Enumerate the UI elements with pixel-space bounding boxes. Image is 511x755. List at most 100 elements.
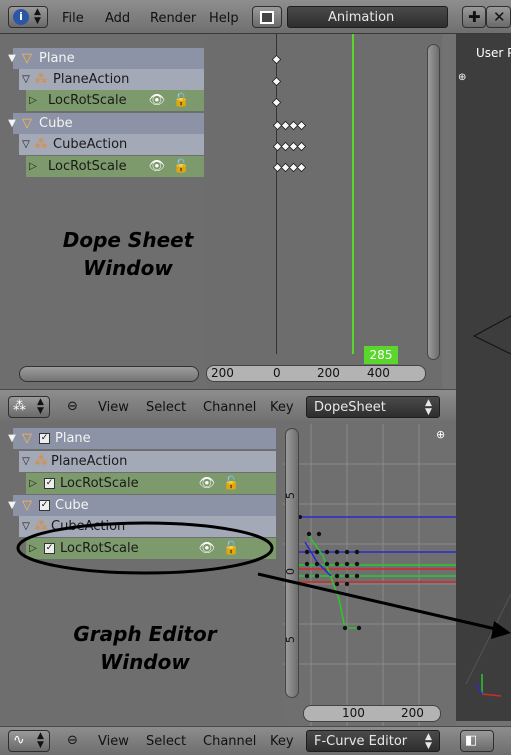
editor-type-button[interactable]: ∿ ▲ ▼ <box>8 730 50 752</box>
keyframe-diamond[interactable] <box>296 141 307 152</box>
menu-channel[interactable]: Channel <box>203 400 256 415</box>
updown-arrows-icon: ▲ ▼ <box>37 397 44 416</box>
ruler-tick-label: 400 <box>367 366 390 380</box>
dopesheet-frame-ruler: 200 0 200 400 <box>206 365 426 382</box>
menu-select[interactable]: Select <box>146 734 186 749</box>
fcurve-graph <box>283 424 456 726</box>
annotation-line: Graph Editor <box>73 622 217 646</box>
expand-triangle-icon[interactable]: ▷ <box>26 543 40 554</box>
ruler-tick-label: 0 <box>273 366 281 380</box>
updown-arrows-icon: ▲ ▼ <box>34 7 41 26</box>
current-frame-line <box>352 34 354 354</box>
channel-label: LocRotScale <box>60 541 139 556</box>
expand-triangle-icon[interactable]: ▷ <box>26 478 40 489</box>
channel-row-plane[interactable]: ▼ ▽ Plane <box>8 48 204 69</box>
channel-row-cube[interactable]: ▼ ▽ Cube <box>8 113 204 134</box>
expand-triangle-icon[interactable]: ▼ <box>5 433 19 444</box>
menu-help[interactable]: Help <box>209 11 239 26</box>
graph-channel-row-plane[interactable]: ▼ ▽ ✓ Plane <box>8 428 276 449</box>
eye-icon[interactable]: 👁 <box>149 93 166 108</box>
viewport-wireframe <box>465 315 511 697</box>
screen-layout-button[interactable] <box>252 6 282 28</box>
lock-icon[interactable]: 🔓 <box>173 93 189 108</box>
keyframe-diamond[interactable] <box>271 97 282 108</box>
close-scene-button[interactable]: ✕ <box>486 6 511 28</box>
channel-label: Plane <box>55 431 91 446</box>
graph-channel-row-cube[interactable]: ▼ ▽ ✓ Cube <box>8 495 276 516</box>
action-icon: ⁂ <box>34 72 48 87</box>
dopesheet-mode-dropdown[interactable]: DopeSheet ▲ ▼ <box>306 396 440 418</box>
graph-mode-dropdown[interactable]: F-Curve Editor ▲ ▼ <box>306 730 440 752</box>
expand-triangle-icon[interactable]: ▽ <box>19 521 33 532</box>
keyframe-diamond[interactable] <box>296 162 307 173</box>
top-menu-bar: i ▲ ▼ File Add Render Help Animation ✚ ✕ <box>0 0 511 34</box>
graph-channel-row-planeaction[interactable]: ▽ ⁂ PlaneAction <box>19 451 276 472</box>
expand-triangle-icon[interactable]: ▼ <box>5 118 19 129</box>
eye-icon[interactable]: 👁 <box>149 159 166 174</box>
expand-triangle-icon[interactable]: ▼ <box>5 500 19 511</box>
screen-layout-field[interactable]: Animation <box>287 6 448 28</box>
graph-channel-row-locrotscale[interactable]: ▷ ✓ LocRotScale 👁 🔓 <box>26 473 276 494</box>
channel-label: LocRotScale <box>48 159 127 174</box>
graph-channel-row-locrotscale[interactable]: ▷ ✓ LocRotScale 👁 🔓 <box>26 538 276 559</box>
channel-label: LocRotScale <box>48 93 127 108</box>
menu-key[interactable]: Key <box>270 734 294 749</box>
action-icon: ⁂ <box>34 137 48 152</box>
annotation-line: Dope Sheet <box>62 228 194 252</box>
menu-select[interactable]: Select <box>146 400 186 415</box>
keyframe-diamond[interactable] <box>271 54 282 65</box>
eye-icon[interactable]: 👁 <box>199 541 216 556</box>
visibility-checkbox[interactable]: ✓ <box>39 500 50 511</box>
channel-row-cubeaction[interactable]: ▽ ⁂ CubeAction <box>19 134 204 155</box>
visibility-checkbox[interactable]: ✓ <box>39 433 50 444</box>
graph-channel-row-cubeaction[interactable]: ▽ ⁂ CubeAction <box>19 516 276 537</box>
plus-icon: ✚ <box>468 8 481 26</box>
dopesheet-mode-label: DopeSheet <box>314 400 386 415</box>
eye-icon[interactable]: 👁 <box>199 476 216 491</box>
menu-file[interactable]: File <box>62 11 84 26</box>
expand-triangle-icon[interactable]: ▽ <box>19 456 33 467</box>
graph-y-tick: 5 <box>284 492 297 499</box>
editor-type-button[interactable]: ⁂ ▲ ▼ <box>8 396 50 418</box>
channel-row-planeaction[interactable]: ▽ ⁂ PlaneAction <box>19 69 204 90</box>
dopesheet-list-scrollbar[interactable] <box>19 366 199 382</box>
visibility-checkbox[interactable]: ✓ <box>44 543 55 554</box>
collapse-menu-icon[interactable]: ⊖ <box>67 733 78 748</box>
channel-row-locrotscale[interactable]: ▷ LocRotScale 👁 🔓 <box>26 90 204 111</box>
menu-add[interactable]: Add <box>105 11 130 26</box>
graph-frame-ruler[interactable]: 100 200 <box>303 705 441 722</box>
layout-grid-icon <box>260 11 274 24</box>
menu-view[interactable]: View <box>98 400 129 415</box>
info-editor-type-button[interactable]: i ▲ ▼ <box>8 6 48 28</box>
expand-triangle-icon[interactable]: ▷ <box>26 95 40 106</box>
keyframe-diamond[interactable] <box>296 120 307 131</box>
menu-view[interactable]: View <box>98 734 129 749</box>
expand-triangle-icon[interactable]: ▷ <box>26 161 40 172</box>
current-frame-badge: 285 <box>364 346 398 364</box>
viewport-header: ◧ <box>456 726 511 755</box>
graph-editor-header: ∿ ▲ ▼ ⊖ View Select Channel Key F-Curve E… <box>0 726 456 755</box>
lock-icon[interactable]: 🔓 <box>223 476 239 491</box>
updown-arrows-icon: ▲ ▼ <box>425 732 432 751</box>
viewport-editor-type-button[interactable]: ◧ <box>460 730 494 752</box>
graph-curve-area: ⊕ 5 0 5 100 200 <box>283 424 456 726</box>
graph-zoom-plus-icon[interactable]: ⊕ <box>436 428 445 441</box>
dopesheet-header: ⁂ ▲ ▼ ⊖ View Select Channel Key DopeSheet… <box>0 389 456 424</box>
menu-render[interactable]: Render <box>150 11 196 26</box>
channel-row-locrotscale[interactable]: ▷ LocRotScale 👁 🔓 <box>26 156 204 177</box>
expand-triangle-icon[interactable]: ▽ <box>19 74 33 85</box>
3d-viewport[interactable]: User P ⊕ <box>456 34 511 721</box>
graph-vertical-scrollbar[interactable]: 5 0 5 <box>284 428 299 698</box>
annotation-line: Window <box>100 650 190 674</box>
lock-icon[interactable]: 🔓 <box>173 159 189 174</box>
visibility-checkbox[interactable]: ✓ <box>44 478 55 489</box>
expand-triangle-icon[interactable]: ▼ <box>5 53 19 64</box>
dopesheet-vertical-scrollbar[interactable] <box>427 44 440 360</box>
lock-icon[interactable]: 🔓 <box>223 541 239 556</box>
keyframe-diamond[interactable] <box>271 76 282 87</box>
add-scene-button[interactable]: ✚ <box>462 6 486 28</box>
collapse-menu-icon[interactable]: ⊖ <box>67 399 78 414</box>
menu-key[interactable]: Key <box>270 400 294 415</box>
expand-triangle-icon[interactable]: ▽ <box>19 139 33 150</box>
menu-channel[interactable]: Channel <box>203 734 256 749</box>
